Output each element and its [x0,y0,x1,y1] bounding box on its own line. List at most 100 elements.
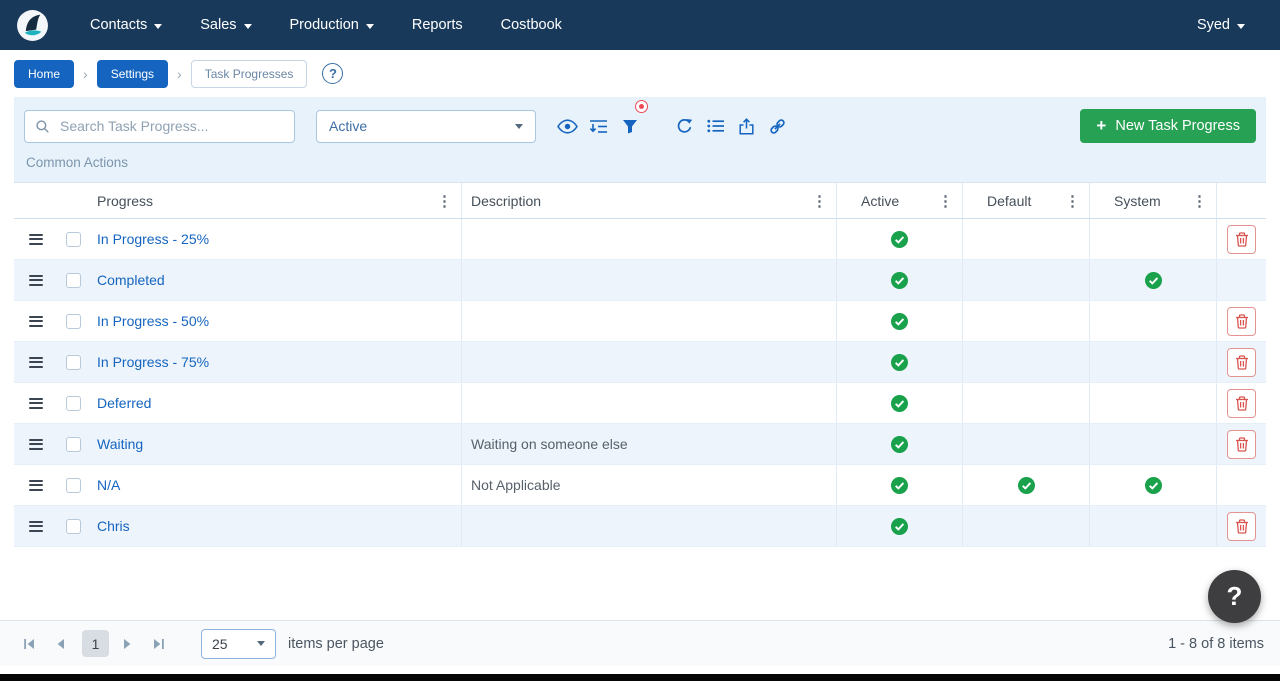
app-logo[interactable] [16,9,49,42]
delete-button[interactable] [1227,347,1256,377]
help-icon[interactable]: ? [322,63,344,84]
breadcrumb-home[interactable]: Home [14,59,75,88]
status-filter-value: Active [329,118,368,134]
default-cell [963,219,1090,259]
row-checkbox[interactable] [65,518,81,534]
drag-handle-icon[interactable] [29,233,43,245]
column-header-description[interactable]: Description ⋮ [462,183,837,218]
page-number-current[interactable]: 1 [82,630,109,657]
trash-icon [1235,436,1248,452]
nav-item-reports[interactable]: Reports [393,0,482,50]
plus-icon: + [1096,115,1107,135]
column-header-active[interactable]: Active ⋮ [837,183,963,218]
column-header-default[interactable]: Default ⋮ [963,183,1090,218]
row-checkbox[interactable] [65,395,81,411]
delete-button[interactable] [1227,224,1256,254]
column-header-system[interactable]: System ⋮ [1090,183,1217,218]
active-cell [837,301,963,341]
checkbox-cell [58,506,88,546]
top-navbar: Contacts Sales Production Reports Costbo… [0,0,1280,50]
page-size-dropdown[interactable]: 25 [201,628,276,659]
column-label: Description [471,192,542,209]
drag-handle-cell [14,465,58,505]
system-cell [1090,301,1217,341]
drag-handle-icon[interactable] [29,397,43,409]
progress-cell: In Progress - 50% [88,301,462,341]
breadcrumb-settings[interactable]: Settings [96,59,169,88]
first-page-button[interactable] [16,630,43,657]
progress-link[interactable]: Completed [97,272,165,288]
row-checkbox[interactable] [65,313,81,329]
search-input[interactable] [58,117,284,135]
column-menu-icon[interactable]: ⋮ [1183,192,1216,210]
drag-handle-icon[interactable] [29,520,43,532]
floating-help-button[interactable]: ? [1208,570,1261,623]
nav-item-costbook[interactable]: Costbook [482,0,581,50]
column-label: Default [987,192,1032,209]
last-page-icon [153,638,164,649]
list-view-button[interactable] [700,111,731,142]
last-page-button[interactable] [144,630,171,657]
drag-handle-icon[interactable] [29,274,43,286]
table-row: In Progress - 50% [14,301,1266,342]
active-check-icon [891,230,908,248]
breadcrumb-current: Task Progresses [190,59,308,88]
status-filter-dropdown[interactable]: Active [316,109,536,143]
actions-cell [1217,506,1266,546]
user-menu[interactable]: Syed [1178,0,1264,50]
active-cell [837,342,963,382]
progress-link[interactable]: In Progress - 50% [97,313,209,329]
visibility-button[interactable] [552,111,583,142]
delete-button[interactable] [1227,388,1256,418]
row-checkbox[interactable] [65,436,81,452]
active-check-icon [891,476,908,494]
next-page-button[interactable] [113,630,140,657]
common-actions-toggle[interactable]: Common Actions [14,149,1266,182]
delete-button[interactable] [1227,429,1256,459]
active-cell [837,219,963,259]
drag-handle-icon[interactable] [29,438,43,450]
progress-link[interactable]: Chris [97,518,130,534]
progress-link[interactable]: In Progress - 25% [97,231,209,247]
drag-handle-icon[interactable] [29,315,43,327]
system-cell [1090,342,1217,382]
copy-link-button[interactable] [762,111,793,142]
nav-item-production[interactable]: Production [271,0,393,50]
default-cell [963,260,1090,300]
drag-handle-cell [14,383,58,423]
default-cell [963,301,1090,341]
column-menu-icon[interactable]: ⋮ [428,192,461,210]
nav-item-sales[interactable]: Sales [181,0,270,50]
drag-handle-icon[interactable] [29,479,43,491]
row-checkbox[interactable] [65,272,81,288]
column-header-progress[interactable]: Progress ⋮ [88,183,462,218]
progress-link[interactable]: Deferred [97,395,151,411]
delete-button[interactable] [1227,511,1256,541]
system-cell [1090,260,1217,300]
chevron-down-icon [515,123,523,129]
delete-button[interactable] [1227,306,1256,336]
new-task-progress-button[interactable]: + New Task Progress [1080,109,1256,143]
progress-link[interactable]: N/A [97,477,120,493]
export-button[interactable] [731,111,762,142]
column-menu-icon[interactable]: ⋮ [1056,192,1089,210]
refresh-button[interactable] [669,111,700,142]
default-cell [963,465,1090,505]
row-checkbox[interactable] [65,354,81,370]
export-icon [739,117,754,135]
column-menu-icon[interactable]: ⋮ [929,192,962,210]
system-check-icon [1144,476,1162,494]
drag-handle-icon[interactable] [29,356,43,368]
progress-link[interactable]: In Progress - 75% [97,354,209,370]
pagination-bar: 1 25 items per page 1 - 8 of 8 items [0,620,1280,666]
progress-link[interactable]: Waiting [97,436,143,452]
column-menu-icon[interactable]: ⋮ [803,192,836,210]
table-body: In Progress - 25% Completed In Progress … [14,219,1266,547]
drag-handle-cell [14,301,58,341]
insert-row-button[interactable] [583,111,614,142]
row-checkbox[interactable] [65,231,81,247]
filter-button[interactable] [614,99,648,142]
prev-page-button[interactable] [47,630,74,657]
row-checkbox[interactable] [65,477,81,493]
nav-item-contacts[interactable]: Contacts [71,0,181,50]
